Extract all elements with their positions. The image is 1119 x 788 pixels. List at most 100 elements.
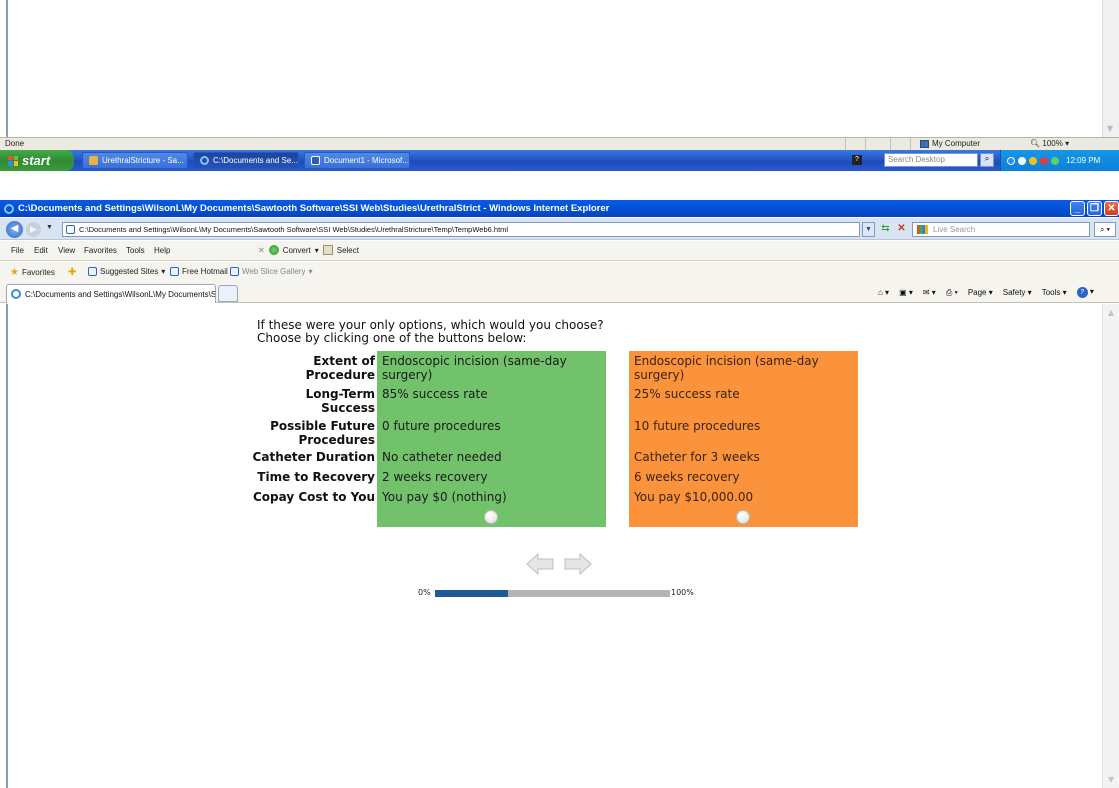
taskbar-item-urethral[interactable]: UrethralStricture - Sa... <box>82 152 188 169</box>
close-button[interactable]: ✕ <box>1104 201 1119 216</box>
option-cell: 25% success rate <box>634 387 740 401</box>
tray-icon[interactable] <box>1040 156 1048 165</box>
option-a-radio[interactable] <box>484 510 498 524</box>
option-cell: 0 future procedures <box>382 419 501 433</box>
favorites-button[interactable]: ★ Favorites <box>10 267 55 278</box>
menu-file[interactable]: File <box>11 246 24 255</box>
convert-button[interactable]: Convert <box>283 246 311 255</box>
next-arrow-icon[interactable] <box>563 552 592 576</box>
taskbar-item-ie[interactable]: C:\Documents and Se... <box>193 152 299 169</box>
new-tab-button[interactable] <box>218 285 238 302</box>
menu-favorites[interactable]: Favorites <box>84 246 117 255</box>
back-arrow-icon[interactable]: ◀ <box>6 221 23 238</box>
live-search-input[interactable]: Live Search <box>912 222 1090 237</box>
previous-arrow-icon[interactable] <box>526 552 555 576</box>
menu-edit[interactable]: Edit <box>34 246 48 255</box>
forward-arrow-icon[interactable]: ▶ <box>26 222 41 237</box>
convert-dropdown-icon[interactable]: ▾ <box>315 246 319 255</box>
tray-icon[interactable] <box>1018 156 1026 165</box>
status-divider <box>865 138 866 150</box>
home-icon[interactable]: ⌂ ▾ <box>878 288 889 297</box>
progress-bar <box>435 590 670 597</box>
maximize-button[interactable]: ❐ <box>1087 201 1102 216</box>
taskbar-item-word[interactable]: Document1 - Microsof... <box>304 152 410 169</box>
menu-view[interactable]: View <box>58 246 75 255</box>
safety-menu[interactable]: Safety ▾ <box>1003 288 1032 297</box>
start-label: start <box>22 153 51 168</box>
zoom-value: 100% <box>1042 139 1063 148</box>
page-icon <box>66 225 75 234</box>
scroll-up-icon[interactable]: ▲ <box>1108 308 1114 317</box>
address-bar[interactable]: C:\Documents and Settings\WilsonL\My Doc… <box>62 222 860 237</box>
search-go-icon[interactable]: ⌕ ▾ <box>1094 222 1116 237</box>
minimize-button[interactable]: _ <box>1070 201 1085 216</box>
help-icon[interactable]: ? <box>852 155 862 165</box>
scroll-down-icon[interactable]: ▼ <box>1108 775 1114 784</box>
tab-title: C:\Documents and Settings\WilsonL\My Doc… <box>25 290 216 299</box>
desktop-search-input[interactable]: Search Desktop <box>884 153 978 167</box>
mail-icon[interactable]: ✉ ▾ <box>923 288 936 297</box>
ie-page-icon <box>170 267 179 276</box>
window-title-bar[interactable]: C:\Documents and Settings\WilsonL\My Doc… <box>0 200 1119 217</box>
close-toolbar-icon[interactable]: ✕ <box>258 246 265 255</box>
feeds-icon[interactable]: ▣ ▾ <box>899 288 913 297</box>
web-slice-gallery-link[interactable]: Web Slice Gallery ▾ <box>230 267 312 276</box>
attribute-label: Time to Recovery <box>257 470 375 484</box>
tab-current-page[interactable]: C:\Documents and Settings\WilsonL\My Doc… <box>6 284 216 303</box>
select-icon <box>322 245 333 255</box>
start-button[interactable]: start <box>0 150 74 171</box>
option-cell: 2 weeks recovery <box>382 470 488 484</box>
taskbar: start UrethralStricture - Sa... C:\Docum… <box>0 150 1119 171</box>
select-button[interactable]: Select <box>337 246 359 255</box>
security-zone: My Computer <box>920 139 980 148</box>
attribute-label: Extent of Procedure <box>305 354 375 382</box>
search-icon[interactable]: ⌕ <box>980 153 994 167</box>
scroll-down-icon[interactable]: ▼ <box>1107 124 1113 133</box>
option-cell: You pay $10,000.00 <box>634 490 754 504</box>
add-favorite-icon[interactable]: ✚ <box>68 267 76 278</box>
ie-icon <box>4 203 14 214</box>
app-icon <box>89 156 98 165</box>
option-cell: Endoscopic incision (same-day surgery) <box>634 354 819 382</box>
tray-icon[interactable] <box>1029 156 1037 165</box>
page-content: ▲ ▼ If these were your only options, whic… <box>0 304 1119 788</box>
zone-label: My Computer <box>932 139 981 148</box>
menu-help[interactable]: Help <box>154 246 170 255</box>
background-scrollbar[interactable]: ▼ <box>1102 0 1119 137</box>
page-scrollbar[interactable]: ▲ ▼ <box>1102 304 1119 788</box>
zoom-level[interactable]: 🔍︎ 100% ▾ <box>1030 139 1069 148</box>
print-icon[interactable]: ⎙ ▾ <box>946 288 958 298</box>
ie-icon <box>200 156 209 165</box>
task-label: Document1 - Microsof... <box>324 156 409 165</box>
free-hotmail-link[interactable]: Free Hotmail <box>170 267 228 276</box>
stop-icon[interactable]: ✕ <box>894 222 909 237</box>
suggested-sites-link[interactable]: Suggested Sites ▾ <box>88 267 165 276</box>
menu-tools[interactable]: Tools <box>126 246 145 255</box>
convert-icon <box>268 245 279 255</box>
help-menu[interactable]: ? ▾ <box>1076 287 1094 298</box>
status-divider <box>890 138 891 150</box>
tab-bar: C:\Documents and Settings\WilsonL\My Doc… <box>0 282 1119 303</box>
question-text: If these were your only options, which w… <box>257 319 604 345</box>
option-cell: 6 weeks recovery <box>634 470 740 484</box>
command-bar: ⌂ ▾ ▣ ▾ ✉ ▾ ⎙ ▾ Page ▾ Safety ▾ Tools ▾ … <box>878 287 1094 298</box>
history-dropdown-icon[interactable]: ▼ <box>46 224 53 231</box>
live-search-logo-icon <box>917 225 928 234</box>
option-a-card[interactable]: Endoscopic incision (same-day surgery) 8… <box>377 351 606 527</box>
option-cell: 10 future procedures <box>634 419 761 433</box>
option-b-card[interactable]: Endoscopic incision (same-day surgery) 2… <box>629 351 858 527</box>
tools-menu[interactable]: Tools ▾ <box>1042 288 1067 297</box>
favorites-bar: ★ Favorites ✚ Suggested Sites ▾ Free Hotm… <box>0 262 1119 282</box>
attribute-label: Catheter Duration <box>252 450 375 464</box>
help-icon: ? <box>1076 287 1088 298</box>
refresh-icon[interactable]: ⇆ <box>878 222 893 237</box>
option-b-radio[interactable] <box>736 510 750 524</box>
tray-icon[interactable] <box>1007 156 1015 165</box>
tray-icon[interactable] <box>1051 156 1059 165</box>
option-cell: Catheter for 3 weeks <box>634 450 760 464</box>
page-menu[interactable]: Page ▾ <box>968 288 993 297</box>
ie-page-icon <box>230 267 239 276</box>
address-dropdown-icon[interactable]: ▼ <box>862 222 875 237</box>
task-label: C:\Documents and Se... <box>213 156 298 165</box>
window-border <box>6 0 8 137</box>
